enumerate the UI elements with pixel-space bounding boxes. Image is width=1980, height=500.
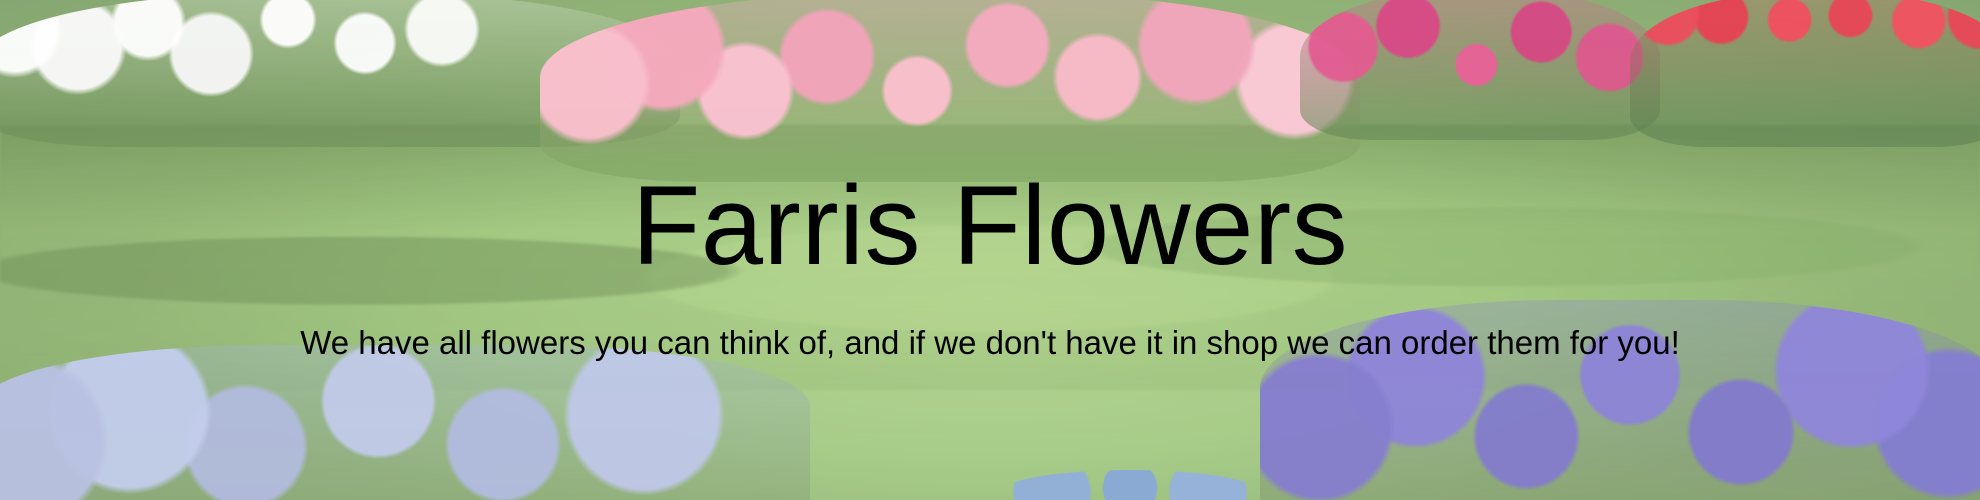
hero-tagline: We have all flowers you can think of, an… [300, 324, 1680, 361]
hero-content: Farris Flowers We have all flowers you c… [0, 0, 1980, 500]
page-title: Farris Flowers [631, 163, 1349, 288]
hero-banner: Farris Flowers We have all flowers you c… [0, 0, 1980, 500]
